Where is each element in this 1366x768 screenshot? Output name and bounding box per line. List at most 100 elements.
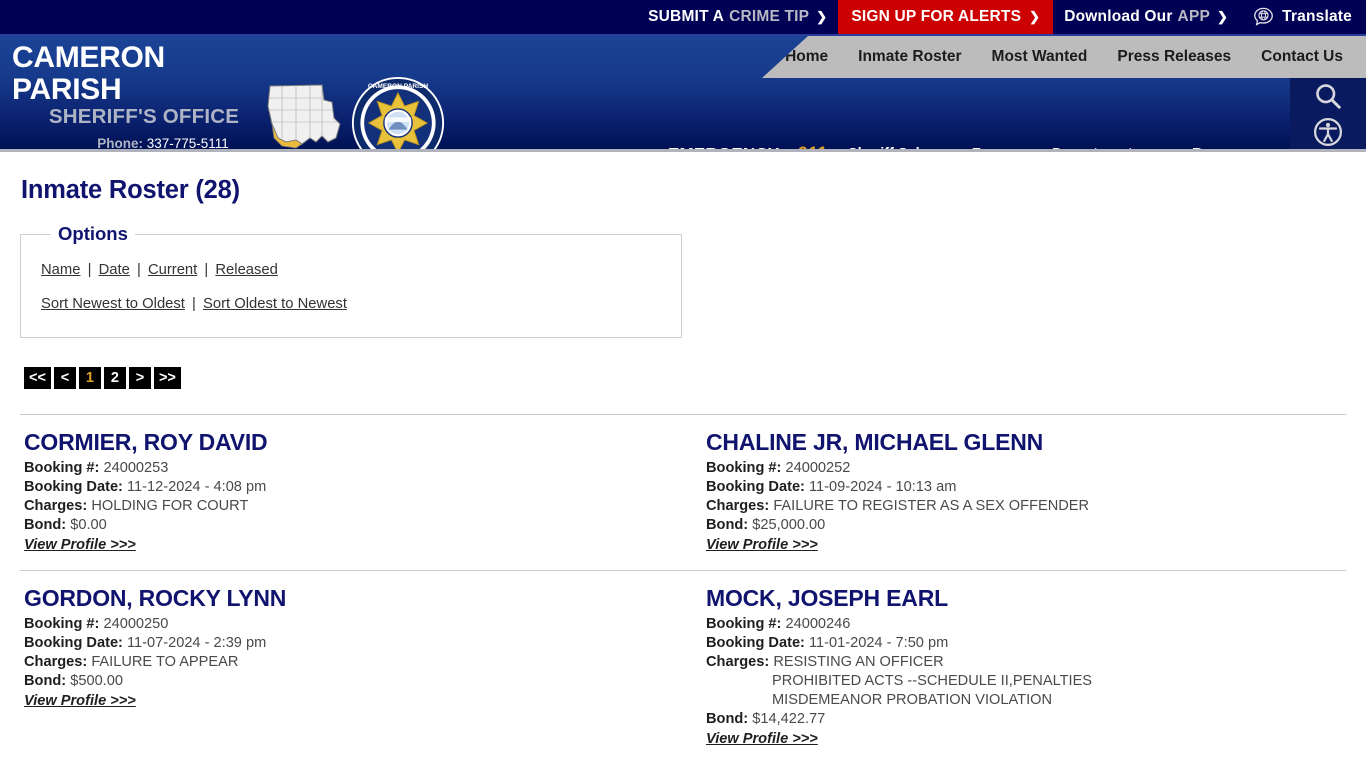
page-2-button[interactable]: 2: [103, 367, 126, 390]
view-profile-link[interactable]: View Profile >>>: [706, 537, 818, 553]
chevron-down-icon: ⌄: [1272, 149, 1281, 150]
bond-label: Bond:: [706, 517, 749, 534]
charges-label: Charges:: [24, 498, 88, 515]
agency-phone[interactable]: Phone: 337-775-5111: [8, 135, 258, 151]
bond-value: $14,422.77: [752, 711, 826, 728]
booking-number-label: Booking #:: [24, 460, 100, 477]
bond-label: Bond:: [24, 673, 67, 690]
sign-up-for-alerts-button[interactable]: SIGN UP FOR ALERTS ❯: [838, 0, 1054, 34]
nav-press-releases[interactable]: Press Releases: [1102, 48, 1246, 66]
view-profile-link[interactable]: View Profile >>>: [24, 693, 136, 709]
nav-resources[interactable]: Resources ⌄: [1174, 146, 1299, 150]
download-app-link[interactable]: Download Our APP ❯: [1053, 0, 1239, 34]
view-profile-link[interactable]: View Profile >>>: [24, 537, 136, 553]
sort-links-row: Sort Newest to Oldest | Sort Oldest to N…: [41, 293, 681, 315]
booking-number-field: Booking #: 24000253: [24, 459, 683, 478]
emergency-911: 911: [798, 144, 828, 150]
inmate-name: MOCK, JOSEPH EARL: [706, 585, 948, 612]
page-first-button[interactable]: <<: [24, 367, 51, 390]
chevron-right-icon: ❯: [816, 9, 828, 24]
charges-label: Charges:: [706, 654, 770, 671]
sort-oldest-to-newest-link[interactable]: Sort Oldest to Newest: [203, 296, 347, 312]
translate-button[interactable]: Translate: [1239, 0, 1366, 34]
booking-number-field: Booking #: 24000250: [24, 615, 683, 634]
charges-value-line2: PROHIBITED ACTS --SCHEDULE II,PENALTIES: [772, 673, 1093, 690]
charges-value: FAILURE TO APPEAR: [91, 654, 239, 671]
filter-released-link[interactable]: Released: [215, 262, 278, 278]
nav-forms[interactable]: Forms: [954, 146, 1034, 149]
agency-name-line2: SHERIFF'S OFFICE: [48, 105, 240, 128]
options-panel: Options Name | Date | Current | Released…: [20, 223, 682, 339]
inmate-card: CORMIER, ROY DAVID Booking #: 24000253 B…: [20, 429, 683, 554]
bond-value: $0.00: [70, 517, 107, 534]
view-profile-link[interactable]: View Profile >>>: [706, 731, 818, 747]
louisiana-map-icon: [262, 80, 344, 149]
nav-most-wanted[interactable]: Most Wanted: [977, 48, 1103, 66]
inmate-card: MOCK, JOSEPH EARL Booking #: 24000246 Bo…: [706, 585, 1366, 748]
header-icon-column: [1290, 78, 1366, 149]
svg-text:CAMERON PARISH: CAMERON PARISH: [368, 83, 428, 90]
booking-date-field: Booking Date: 11-09-2024 - 10:13 am: [706, 478, 1366, 497]
chevron-right-icon: ❯: [1029, 9, 1041, 24]
agency-name-line1: CAMERON PARISH: [12, 41, 165, 106]
options-legend: Options: [58, 223, 128, 244]
booking-date-field: Booking Date: 11-01-2024 - 7:50 pm: [706, 634, 1366, 653]
submit-crime-tip-dim: CRIME TIP: [729, 8, 810, 25]
page-last-button[interactable]: >>: [153, 367, 181, 390]
booking-date-label: Booking Date:: [24, 635, 123, 652]
bond-label: Bond:: [24, 517, 67, 534]
sort-newest-to-oldest-link[interactable]: Sort Newest to Oldest: [41, 296, 185, 312]
submit-crime-tip-link[interactable]: SUBMIT A CRIME TIP ❯: [637, 0, 838, 34]
emergency-number: EMERGENCY 911: [668, 144, 828, 150]
booking-number-field: Booking #: 24000246: [706, 615, 1366, 634]
nav-contact-us[interactable]: Contact Us: [1246, 48, 1358, 66]
separator: |: [87, 262, 92, 278]
page-next-button[interactable]: >: [128, 367, 151, 390]
nav-inmate-roster[interactable]: Inmate Roster: [843, 48, 976, 66]
globe-speech-bubble-icon: [1253, 7, 1274, 28]
nav-departments[interactable]: Departments ⌄: [1034, 146, 1174, 149]
phone-number: 337-775-5111: [146, 135, 229, 151]
roster-row: GORDON, ROCKY LYNN Booking #: 24000250 B…: [20, 570, 1346, 747]
inmate-card: GORDON, ROCKY LYNN Booking #: 24000250 B…: [20, 585, 683, 710]
nav-home[interactable]: Home: [770, 48, 843, 66]
charges-value: HOLDING FOR COURT: [91, 498, 249, 515]
inmate-name: CORMIER, ROY DAVID: [24, 429, 268, 456]
charges-value-line3: MISDEMEANOR PROBATION VIOLATION: [772, 692, 1053, 709]
download-app-dim: APP: [1177, 8, 1211, 25]
booking-date-value: 11-07-2024 - 2:39 pm: [126, 635, 267, 652]
inmate-name: GORDON, ROCKY LYNN: [24, 585, 287, 612]
secondary-nav-bar: Sheriff Sales Forms Departments ⌄ Resour…: [830, 146, 1299, 150]
bond-field: Bond: $14,422.77: [706, 710, 1366, 729]
booking-number-value: 24000250: [103, 616, 169, 633]
booking-date-label: Booking Date:: [706, 479, 805, 496]
booking-number-value: 24000253: [103, 460, 169, 477]
charges-field: Charges: RESISTING AN OFFICER: [706, 653, 1366, 672]
nav-sheriff-sales[interactable]: Sheriff Sales: [830, 146, 954, 149]
inmate-name: CHALINE JR, MICHAEL GLENN: [706, 429, 1044, 456]
nav-sheriff-sales-label: Sheriff Sales: [848, 146, 936, 149]
agency-brand[interactable]: CAMERON PARISH SHERIFF'S OFFICE Phone: 3…: [8, 41, 258, 151]
filter-current-link[interactable]: Current: [148, 262, 197, 278]
sheriff-department-badge-icon[interactable]: CAMERON PARISH SHERIFF'S DEPARTMENT: [351, 76, 445, 149]
filter-links-row: Name | Date | Current | Released: [41, 259, 681, 281]
booking-date-field: Booking Date: 11-07-2024 - 2:39 pm: [24, 634, 683, 653]
separator: |: [192, 296, 196, 313]
booking-date-label: Booking Date:: [24, 479, 123, 496]
accessibility-icon[interactable]: [1313, 117, 1343, 147]
page-title: Inmate Roster (28): [21, 176, 240, 204]
page-1-button[interactable]: 1: [78, 367, 101, 390]
filter-date-link[interactable]: Date: [99, 262, 130, 278]
emergency-label: EMERGENCY: [668, 145, 779, 150]
charges-field: Charges: FAILURE TO REGISTER AS A SEX OF…: [706, 497, 1366, 516]
charges-field: Charges: FAILURE TO APPEAR: [24, 653, 683, 672]
page-prev-button[interactable]: <: [53, 367, 76, 390]
filter-name-link[interactable]: Name: [41, 262, 80, 278]
nav-resources-label: Resources: [1192, 146, 1266, 149]
sign-up-for-alerts-label: SIGN UP FOR ALERTS: [851, 8, 1022, 25]
booking-number-label: Booking #:: [24, 616, 100, 633]
inmate-card: CHALINE JR, MICHAEL GLENN Booking #: 240…: [706, 429, 1366, 554]
bond-field: Bond: $0.00: [24, 516, 683, 535]
search-icon[interactable]: [1313, 81, 1343, 111]
charges-label: Charges:: [24, 654, 88, 671]
